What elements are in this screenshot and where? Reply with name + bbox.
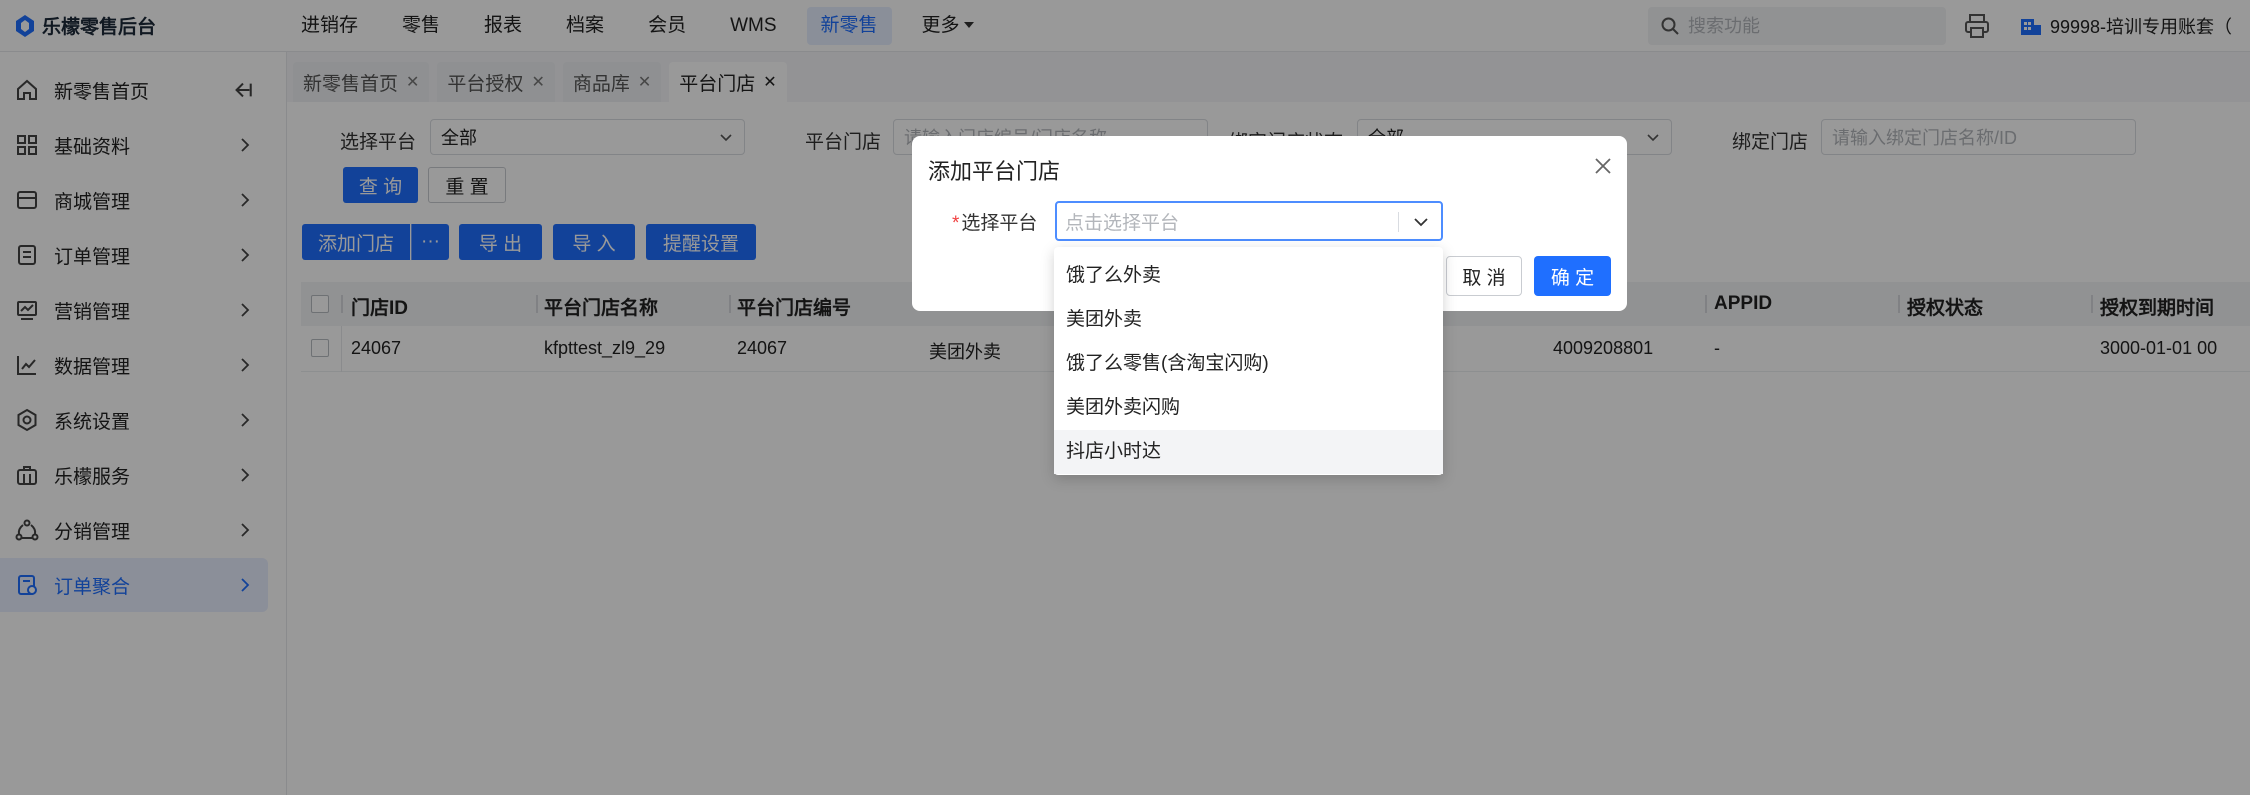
dialog-title: 添加平台门店	[928, 159, 1061, 184]
confirm-button[interactable]: 确 定	[1534, 256, 1611, 296]
platform-dropdown: 饿了么外卖 美团外卖 饿了么零售(含淘宝闪购) 美团外卖闪购 抖店小时达	[1054, 247, 1443, 475]
dropdown-option-douyin-hourly[interactable]: 抖店小时达	[1054, 430, 1443, 474]
platform-select-placeholder: 点击选择平台	[1065, 212, 1180, 234]
dropdown-option-meituan-flash[interactable]: 美团外卖闪购	[1054, 386, 1443, 430]
dropdown-option-eleme-retail[interactable]: 饿了么零售(含淘宝闪购)	[1054, 342, 1443, 386]
platform-select[interactable]: 点击选择平台	[1055, 201, 1443, 241]
dropdown-option-meituan[interactable]: 美团外卖	[1054, 298, 1443, 342]
required-mark: *	[952, 213, 960, 234]
chevron-down-icon	[1414, 218, 1428, 227]
close-icon[interactable]	[1593, 156, 1613, 176]
cancel-button[interactable]: 取 消	[1446, 256, 1522, 296]
platform-field-label-text: 选择平台	[961, 213, 1038, 234]
select-divider	[1398, 212, 1399, 232]
dropdown-option-eleme[interactable]: 饿了么外卖	[1054, 254, 1443, 298]
platform-field-label: * 选择平台	[952, 208, 1037, 235]
